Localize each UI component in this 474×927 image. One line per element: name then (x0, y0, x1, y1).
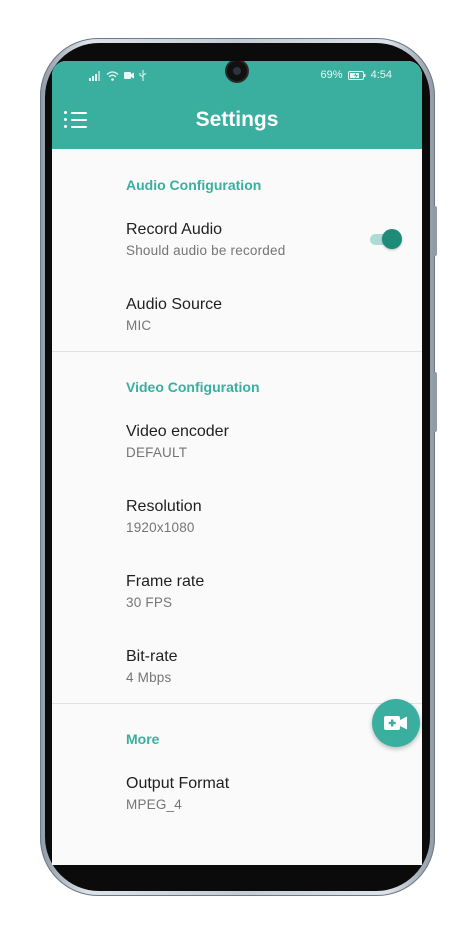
switch-thumb (382, 229, 402, 249)
status-icons-right: 69% 4:54 (321, 69, 392, 81)
recording-indicator-icon (124, 72, 134, 79)
pref-output-format-title: Output Format (126, 775, 230, 792)
wifi-icon (106, 70, 119, 81)
record-audio-switch[interactable] (370, 229, 404, 249)
section-divider (52, 351, 422, 352)
pref-resolution-summary: 1920x1080 (126, 520, 195, 535)
category-video-configuration: Video Configuration (126, 379, 260, 395)
battery-percent: 69% (320, 69, 343, 81)
power-button (433, 372, 437, 432)
pref-audio-source-title: Audio Source (126, 296, 223, 313)
app-bar: 69% 4:54 Settings (52, 61, 422, 149)
category-more: More (126, 731, 160, 747)
pref-video-encoder-title: Video encoder (126, 423, 229, 440)
status-icons-left (89, 70, 147, 81)
pref-audio-source-summary: MIC (126, 318, 152, 333)
pref-video-encoder-summary: DEFAULT (126, 445, 188, 460)
screen: 69% 4:54 Settings Audio Configuration Re… (52, 61, 422, 865)
pref-frame-rate-summary: 30 FPS (126, 595, 173, 610)
front-camera (227, 61, 247, 81)
pref-record-audio-summary: Should audio be recorded (126, 243, 286, 258)
pref-bit-rate-summary: 4 Mbps (126, 670, 172, 685)
pref-record-audio-title: Record Audio (126, 221, 223, 238)
section-divider (52, 703, 422, 704)
usb-icon (139, 70, 147, 81)
volume-button (433, 206, 437, 256)
pref-resolution-title: Resolution (126, 498, 202, 515)
status-bar: 69% 4:54 (52, 61, 422, 91)
pref-frame-rate-title: Frame rate (126, 573, 205, 590)
clock: 4:54 (370, 69, 392, 81)
category-audio-configuration: Audio Configuration (126, 177, 262, 193)
video-camera-add-icon (384, 716, 407, 730)
pref-output-format-summary: MPEG_4 (126, 797, 182, 812)
record-video-fab[interactable] (372, 699, 420, 747)
signal-icon (89, 70, 100, 81)
page-title: Settings (195, 108, 279, 131)
battery-charging-icon (347, 70, 366, 80)
pref-bit-rate-title: Bit-rate (126, 648, 178, 665)
